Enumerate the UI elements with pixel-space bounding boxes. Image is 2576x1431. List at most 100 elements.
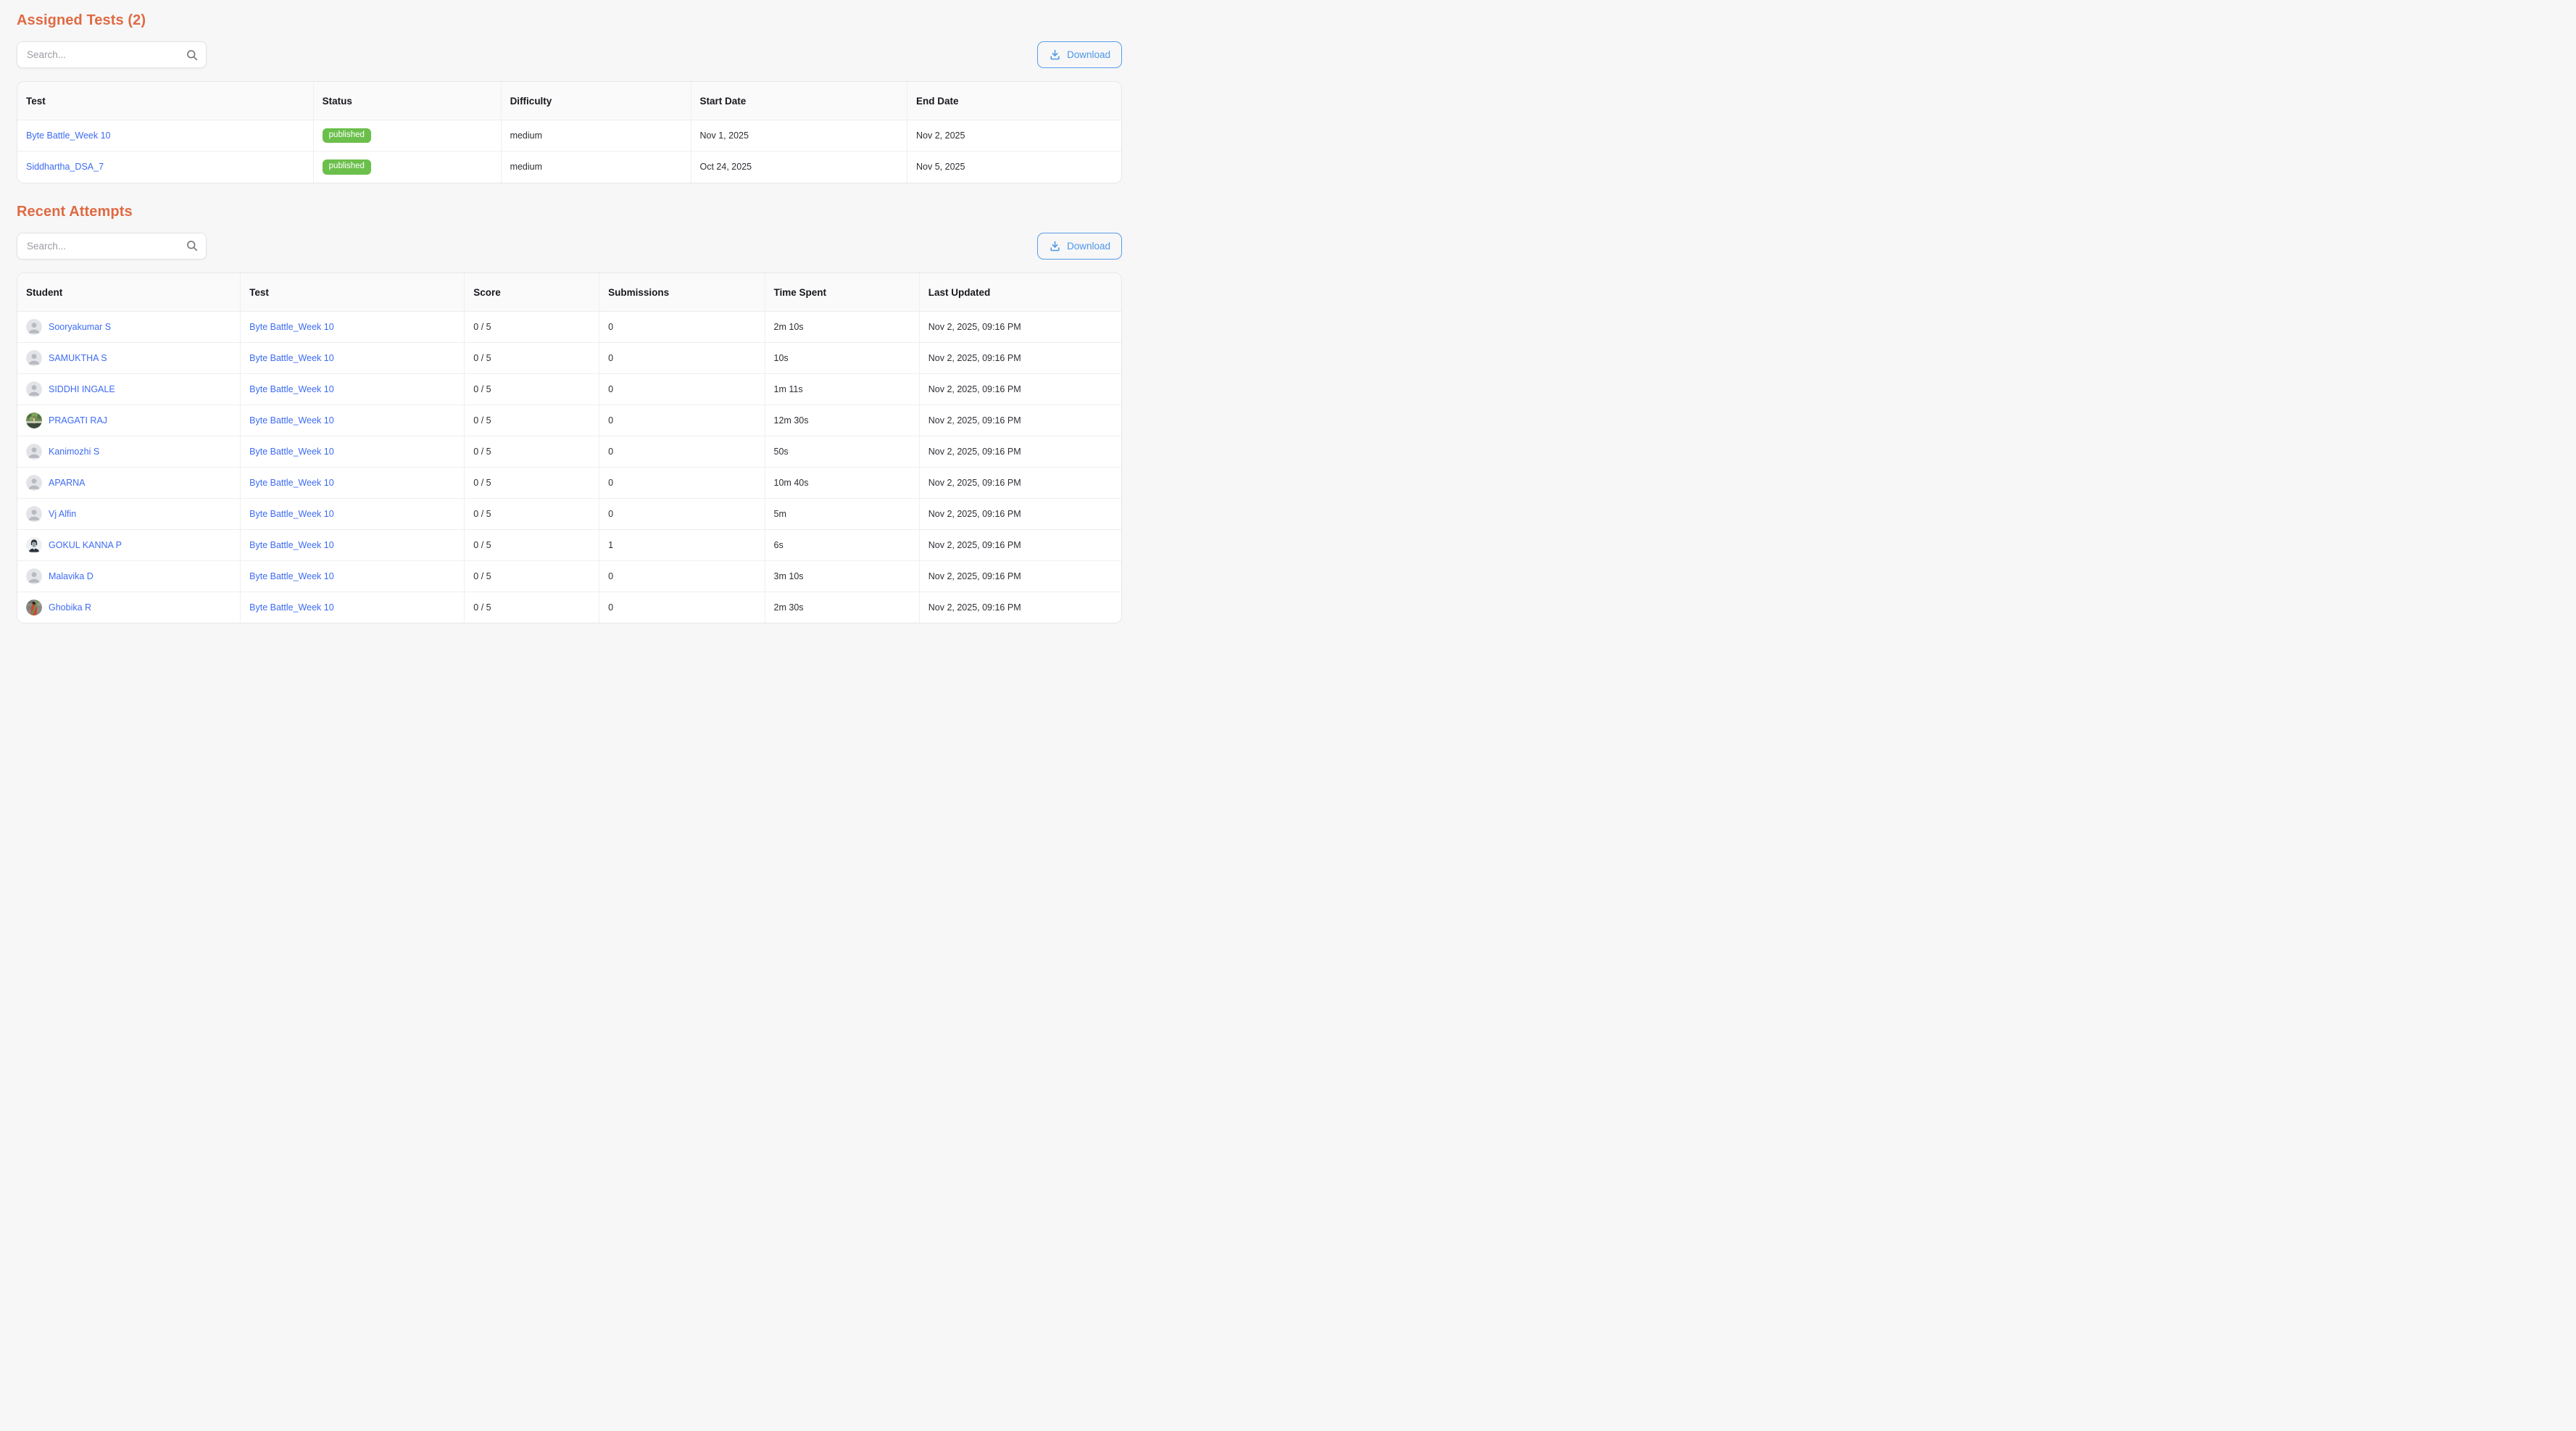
table-row: Sooryakumar S Byte Battle_Week 10 0 / 5 … bbox=[17, 311, 1121, 342]
time-spent-cell: 12m 30s bbox=[765, 405, 919, 436]
table-row: Siddhartha_DSA_7 published medium Oct 24… bbox=[17, 152, 1121, 183]
table-header-row: StudentTestScoreSubmissionsTime SpentLas… bbox=[17, 273, 1121, 312]
test-link[interactable]: Byte Battle_Week 10 bbox=[249, 509, 334, 519]
search-icon[interactable] bbox=[186, 239, 199, 252]
start-date-cell: Oct 24, 2025 bbox=[691, 152, 907, 183]
recent-attempts-search bbox=[17, 233, 207, 260]
search-icon[interactable] bbox=[186, 49, 199, 62]
test-link[interactable]: Byte Battle_Week 10 bbox=[26, 130, 111, 141]
column-header: Start Date bbox=[691, 82, 907, 120]
student-link[interactable]: Ghobika R bbox=[49, 602, 91, 613]
table-row: SAMUKTHA S Byte Battle_Week 10 0 / 5 0 1… bbox=[17, 342, 1121, 373]
student-cell: APARNA bbox=[17, 467, 241, 498]
test-link[interactable]: Byte Battle_Week 10 bbox=[249, 478, 334, 488]
download-label: Download bbox=[1067, 49, 1110, 60]
test-link[interactable]: Byte Battle_Week 10 bbox=[249, 384, 334, 394]
submissions-cell: 0 bbox=[599, 342, 765, 373]
assigned-tests-section: Assigned Tests (2) bbox=[17, 12, 1122, 183]
student-cell: Ghobika R bbox=[17, 592, 241, 623]
last-updated-cell: Nov 2, 2025, 09:16 PM bbox=[919, 467, 1121, 498]
test-cell: Siddhartha_DSA_7 bbox=[17, 152, 313, 183]
test-cell: Byte Battle_Week 10 bbox=[17, 120, 313, 152]
student-link[interactable]: APARNA bbox=[49, 478, 85, 488]
submissions-cell: 0 bbox=[599, 405, 765, 436]
test-link[interactable]: Byte Battle_Week 10 bbox=[249, 602, 334, 613]
recent-attempts-toolbar: Download bbox=[17, 233, 1122, 260]
test-cell: Byte Battle_Week 10 bbox=[241, 342, 465, 373]
student-link[interactable]: SIDDHI INGALE bbox=[49, 384, 115, 394]
avatar-photo bbox=[26, 412, 42, 428]
score-cell: 0 / 5 bbox=[465, 342, 599, 373]
avatar-photo bbox=[26, 537, 42, 553]
submissions-cell: 0 bbox=[599, 498, 765, 529]
last-updated-cell: Nov 2, 2025, 09:16 PM bbox=[919, 529, 1121, 560]
table-header-row: TestStatusDifficultyStart DateEnd Date bbox=[17, 82, 1121, 120]
last-updated-cell: Nov 2, 2025, 09:16 PM bbox=[919, 436, 1121, 467]
student-link[interactable]: Vj Alfin bbox=[49, 509, 76, 519]
test-cell: Byte Battle_Week 10 bbox=[241, 373, 465, 405]
difficulty-cell: medium bbox=[501, 152, 691, 183]
table-row: Malavika D Byte Battle_Week 10 0 / 5 0 3… bbox=[17, 560, 1121, 592]
student-cell: PRAGATI RAJ bbox=[17, 405, 241, 436]
test-link[interactable]: Byte Battle_Week 10 bbox=[249, 415, 334, 426]
test-link[interactable]: Byte Battle_Week 10 bbox=[249, 447, 334, 457]
table-row: Kanimozhi S Byte Battle_Week 10 0 / 5 0 … bbox=[17, 436, 1121, 467]
column-header: Student bbox=[17, 273, 241, 312]
column-header: Test bbox=[241, 273, 465, 312]
last-updated-cell: Nov 2, 2025, 09:16 PM bbox=[919, 342, 1121, 373]
column-header: Submissions bbox=[599, 273, 765, 312]
last-updated-cell: Nov 2, 2025, 09:16 PM bbox=[919, 311, 1121, 342]
status-badge: published bbox=[323, 159, 371, 175]
avatar-placeholder bbox=[26, 506, 42, 522]
score-cell: 0 / 5 bbox=[465, 311, 599, 342]
student-cell: SIDDHI INGALE bbox=[17, 373, 241, 405]
student-link[interactable]: Sooryakumar S bbox=[49, 322, 111, 332]
student-link[interactable]: Malavika D bbox=[49, 571, 94, 581]
test-link[interactable]: Siddhartha_DSA_7 bbox=[26, 162, 104, 172]
table-row: Ghobika R Byte Battle_Week 10 0 / 5 0 2m… bbox=[17, 592, 1121, 623]
student-link[interactable]: SAMUKTHA S bbox=[49, 353, 107, 363]
time-spent-cell: 10m 40s bbox=[765, 467, 919, 498]
column-header: Test bbox=[17, 82, 313, 120]
student-cell: SAMUKTHA S bbox=[17, 342, 241, 373]
status-cell: published bbox=[313, 120, 501, 152]
download-button[interactable]: Download bbox=[1037, 41, 1122, 68]
score-cell: 0 / 5 bbox=[465, 467, 599, 498]
test-link[interactable]: Byte Battle_Week 10 bbox=[249, 353, 334, 363]
table-row: SIDDHI INGALE Byte Battle_Week 10 0 / 5 … bbox=[17, 373, 1121, 405]
last-updated-cell: Nov 2, 2025, 09:16 PM bbox=[919, 498, 1121, 529]
submissions-cell: 0 bbox=[599, 592, 765, 623]
student-link[interactable]: PRAGATI RAJ bbox=[49, 415, 107, 426]
table-row: Byte Battle_Week 10 published medium Nov… bbox=[17, 120, 1121, 152]
search-input[interactable] bbox=[17, 41, 207, 68]
student-link[interactable]: GOKUL KANNA P bbox=[49, 540, 122, 550]
submissions-cell: 0 bbox=[599, 373, 765, 405]
submissions-cell: 0 bbox=[599, 311, 765, 342]
avatar-placeholder bbox=[26, 350, 42, 366]
last-updated-cell: Nov 2, 2025, 09:16 PM bbox=[919, 592, 1121, 623]
test-link[interactable]: Byte Battle_Week 10 bbox=[249, 571, 334, 581]
test-cell: Byte Battle_Week 10 bbox=[241, 560, 465, 592]
recent-attempts-table: StudentTestScoreSubmissionsTime SpentLas… bbox=[17, 273, 1122, 624]
download-button[interactable]: Download bbox=[1037, 233, 1122, 260]
table-row: PRAGATI RAJ Byte Battle_Week 10 0 / 5 0 … bbox=[17, 405, 1121, 436]
table-row: Vj Alfin Byte Battle_Week 10 0 / 5 0 5m … bbox=[17, 498, 1121, 529]
last-updated-cell: Nov 2, 2025, 09:16 PM bbox=[919, 560, 1121, 592]
time-spent-cell: 3m 10s bbox=[765, 560, 919, 592]
test-link[interactable]: Byte Battle_Week 10 bbox=[249, 322, 334, 332]
submissions-cell: 1 bbox=[599, 529, 765, 560]
test-link[interactable]: Byte Battle_Week 10 bbox=[249, 540, 334, 550]
score-cell: 0 / 5 bbox=[465, 592, 599, 623]
avatar-placeholder bbox=[26, 381, 42, 397]
table-row: GOKUL KANNA P Byte Battle_Week 10 0 / 5 … bbox=[17, 529, 1121, 560]
table-row: APARNA Byte Battle_Week 10 0 / 5 0 10m 4… bbox=[17, 467, 1121, 498]
test-cell: Byte Battle_Week 10 bbox=[241, 311, 465, 342]
search-input[interactable] bbox=[17, 233, 207, 260]
submissions-cell: 0 bbox=[599, 436, 765, 467]
student-link[interactable]: Kanimozhi S bbox=[49, 447, 99, 457]
student-cell: Sooryakumar S bbox=[17, 311, 241, 342]
time-spent-cell: 10s bbox=[765, 342, 919, 373]
test-cell: Byte Battle_Week 10 bbox=[241, 405, 465, 436]
time-spent-cell: 5m bbox=[765, 498, 919, 529]
last-updated-cell: Nov 2, 2025, 09:16 PM bbox=[919, 373, 1121, 405]
